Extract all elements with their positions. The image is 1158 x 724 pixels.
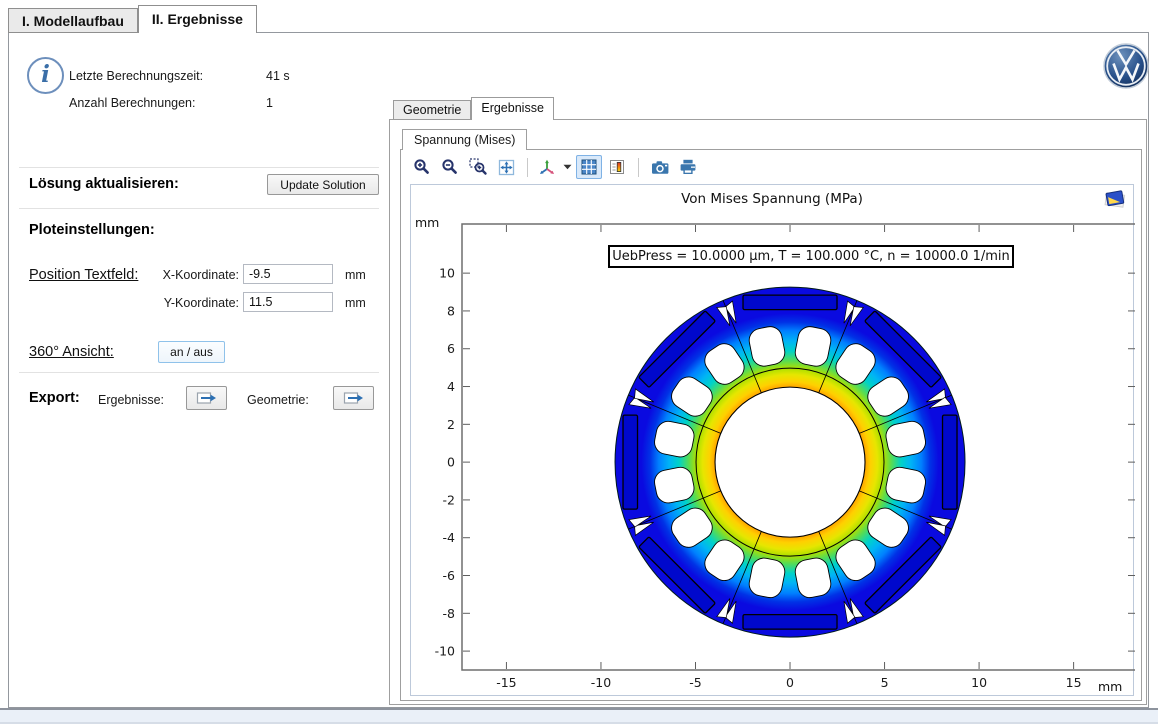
print-button[interactable] [675,155,701,179]
view-orientation-dropdown[interactable] [560,155,574,179]
rotor-cross-section [615,287,965,637]
plot-toolbar [409,153,701,181]
parameter-annotation: UebPress = 10.0000 µm, T = 100.000 °C, n… [608,245,1014,268]
x-tick-label: 5 [881,675,889,690]
last-computation-value: 41 s [266,69,290,83]
export-icon [196,390,218,406]
view-orientation-button[interactable] [536,155,558,179]
zoom-box-icon [469,158,488,176]
view-360-label: 360° Ansicht: [29,344,114,360]
computation-count-label: Anzahl Berechnungen: [69,96,195,110]
export-results-label: Ergebnisse: [98,393,164,407]
separator [19,167,379,168]
x-coordinate-input[interactable] [243,264,333,284]
grid-toggle-button[interactable] [576,155,602,179]
computation-count-value: 1 [266,96,273,110]
y-tick-label: -2 [443,492,455,507]
grid-icon [581,159,597,175]
solution-heading: Lösung aktualisieren: [29,176,179,192]
plot-title: Von Mises Spannung (MPa) [411,191,1133,207]
shaft-bore [715,387,865,537]
magnet-slot [743,295,837,310]
tab-spannung-mises[interactable]: Spannung (Mises) [402,129,527,150]
y-tick-label: 6 [447,341,455,356]
toolbar-separator [527,158,528,177]
last-computation-label: Letzte Berechnungszeit: [69,69,203,83]
x-unit-label: mm [345,268,366,282]
y-tick-label: -8 [443,606,456,621]
content-panel: i Letzte Berechnungszeit: 41 s Anzahl Be… [8,32,1149,708]
toolbar-separator [638,158,639,177]
result-tabbar: Geometrie Ergebnisse [393,97,554,120]
zoom-out-icon [441,158,459,176]
window-bottom-strip [0,710,1158,724]
tab-geometrie[interactable]: Geometrie [393,100,471,120]
zoom-in-icon [413,158,431,176]
color-legend-button[interactable] [604,155,630,179]
x-tick-label: 15 [1066,675,1082,690]
graphics-area[interactable]: Von Mises Spannung (MPa) mm mm [410,184,1134,696]
y-unit-label: mm [345,296,366,310]
y-tick-label: -10 [435,644,455,659]
x-coordinate-label: X-Koordinate: [129,268,239,282]
plot-panel: Von Mises Spannung (MPa) mm mm [400,149,1142,701]
x-tick-label: 10 [971,675,987,690]
toggle-360-button[interactable]: an / aus [158,341,225,363]
magnet-slot [943,415,958,509]
results-panel: Spannung (Mises) [389,119,1147,705]
y-axis-unit: mm [415,215,439,230]
y-tick-label: 8 [447,303,455,318]
zoom-in-button[interactable] [409,155,435,179]
y-tick-label: 2 [447,417,455,432]
export-geometry-label: Geometrie: [247,393,309,407]
separator [19,208,379,209]
export-heading: Export: [29,390,80,406]
plot-settings-heading: Ploteinstellungen: [29,222,155,238]
position-textfield-label: Position Textfeld: [29,267,138,283]
snapshot-button[interactable] [647,155,673,179]
y-coordinate-input[interactable] [243,292,333,312]
comsol-plot-icon [1103,188,1127,215]
camera-icon [651,160,670,175]
export-results-button[interactable] [186,386,227,410]
y-tick-label: 4 [447,379,455,394]
vw-logo [1103,43,1149,94]
x-tick-label: -5 [689,675,701,690]
x-tick-label: -10 [591,675,611,690]
zoom-box-button[interactable] [465,155,491,179]
y-coordinate-label: Y-Koordinate: [129,296,239,310]
zoom-extents-icon [498,159,515,176]
update-solution-button[interactable]: Update Solution [267,174,379,195]
zoom-extents-button[interactable] [493,155,519,179]
x-tick-label: -15 [496,675,516,690]
y-tick-label: -4 [443,530,456,545]
magnet-slot [623,415,638,509]
printer-icon [679,159,697,175]
separator [19,372,379,373]
export-geometry-button[interactable] [333,386,374,410]
chevron-down-icon [563,164,572,170]
magnet-slot [743,615,837,630]
export-icon [343,390,365,406]
view-orientation-icon [538,159,557,176]
tab-modellaufbau[interactable]: I. Modellaufbau [8,8,138,33]
main-tabbar: I. Modellaufbau II. Ergebnisse [8,5,257,33]
tab-ergebnisse-inner[interactable]: Ergebnisse [471,97,554,120]
y-tick-label: 0 [447,455,455,470]
info-icon: i [27,57,64,94]
x-axis-unit: mm [1098,679,1122,694]
zoom-out-button[interactable] [437,155,463,179]
y-tick-label: -6 [443,568,456,583]
tab-ergebnisse[interactable]: II. Ergebnisse [138,5,257,33]
x-tick-label: 0 [786,675,794,690]
y-tick-label: 10 [439,266,455,281]
color-legend-icon [609,159,625,175]
